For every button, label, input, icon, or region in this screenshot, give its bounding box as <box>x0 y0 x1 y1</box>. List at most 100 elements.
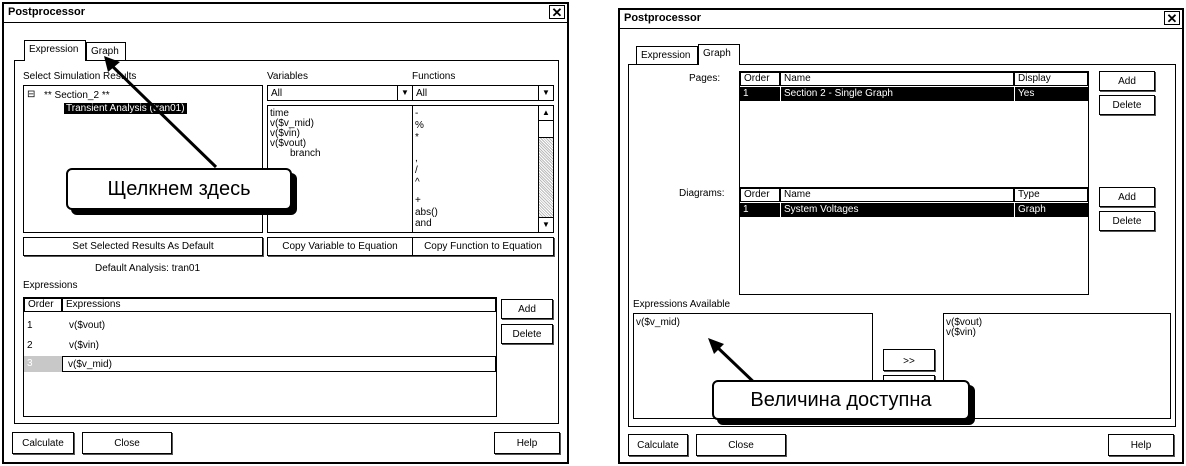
pages-add-button[interactable]: Add <box>1099 71 1155 91</box>
left-tab-expression[interactable]: Expression <box>24 40 86 61</box>
right-tab-expression[interactable]: Expression <box>636 46 698 65</box>
functions-filter-select[interactable]: All ▼ <box>412 85 554 101</box>
row-order[interactable]: 2 <box>27 340 33 351</box>
pages-col-order[interactable]: Order <box>740 72 780 86</box>
pages-row-divider <box>1014 87 1015 101</box>
variable-item[interactable]: branch <box>290 149 321 159</box>
results-tree[interactable]: ⊟ ** Section_2 ** Transient Analysis (tr… <box>23 85 263 233</box>
function-item[interactable]: abs() <box>415 208 438 218</box>
pages-col-display[interactable]: Display <box>1014 72 1088 86</box>
functions-list[interactable]: - % * , / ^ + abs() and ▲ ▼ <box>412 105 554 233</box>
calculate-button[interactable]: Calculate <box>12 432 74 454</box>
diagrams-add-label: Add <box>1118 192 1136 203</box>
add-expression-button[interactable]: Add <box>501 299 553 319</box>
function-item[interactable]: , <box>415 154 418 164</box>
function-item[interactable]: * <box>415 133 419 143</box>
pages-table[interactable]: Order Name Display 1 Section 2 - Single … <box>739 71 1089 193</box>
function-item[interactable]: and <box>415 219 432 229</box>
variables-label: Variables <box>267 71 308 82</box>
scroll-thumb[interactable] <box>539 121 553 138</box>
pages-row-display: Yes <box>1018 88 1035 99</box>
callout-click-here: Щелкнем здесь <box>66 168 292 210</box>
diagrams-row[interactable]: 1 System Voltages Graph <box>740 203 1088 217</box>
functions-label: Functions <box>412 71 456 82</box>
row-order-selected[interactable]: 3 <box>24 356 62 372</box>
diagrams-col-order[interactable]: Order <box>740 188 780 202</box>
right-tab-panel: Pages: Order Name Display 1 Section 2 - … <box>628 64 1176 427</box>
pages-row-name: Section 2 - Single Graph <box>784 88 893 99</box>
function-item[interactable]: + <box>415 196 421 206</box>
row-expression[interactable]: v($vin) <box>69 340 99 351</box>
set-default-button[interactable]: Set Selected Results As Default <box>23 237 263 256</box>
row-expression[interactable]: v($vout) <box>69 320 105 331</box>
right-close-button[interactable]: Close <box>696 434 786 456</box>
left-tab-graph[interactable]: Graph <box>86 42 126 61</box>
selected-expressions-list[interactable]: v($vout) v($vin) <box>943 313 1171 419</box>
right-tab-graph-label: Graph <box>703 48 731 59</box>
right-help-button[interactable]: Help <box>1108 434 1174 456</box>
expressions-label: Expressions <box>23 280 78 291</box>
selected-item[interactable]: v($vin) <box>946 328 976 338</box>
close-label: Close <box>114 438 140 449</box>
diagrams-row-order: 1 <box>743 204 749 215</box>
row-expression-edit-text: v($v_mid) <box>68 359 112 370</box>
chevron-down-icon[interactable]: ▼ <box>538 86 553 100</box>
diagrams-row-type: Graph <box>1018 204 1046 215</box>
default-analysis-text: Default Analysis: tran01 <box>95 263 201 274</box>
move-right-button[interactable]: >> <box>883 349 935 371</box>
left-title-bar: Postprocessor ✕ <box>4 4 567 23</box>
callout-value-available-text: Величина доступна <box>750 389 932 411</box>
close-button[interactable]: Close <box>82 432 172 454</box>
diagrams-col-type[interactable]: Type <box>1014 188 1088 202</box>
function-item[interactable]: - <box>415 109 418 119</box>
pages-row-divider <box>780 87 781 101</box>
add-label: Add <box>518 304 536 315</box>
variables-filter-select[interactable]: All ▼ <box>267 85 413 101</box>
available-item[interactable]: v($v_mid) <box>636 318 680 328</box>
copy-variable-label: Copy Variable to Equation <box>282 241 398 252</box>
pages-add-label: Add <box>1118 76 1136 87</box>
pages-row[interactable]: 1 Section 2 - Single Graph Yes <box>740 87 1088 101</box>
row-order[interactable]: 1 <box>27 320 33 331</box>
left-tab-graph-label: Graph <box>91 46 119 57</box>
chevron-down-icon[interactable]: ▼ <box>397 86 412 100</box>
right-tab-graph[interactable]: Graph <box>698 44 740 65</box>
col-order-header[interactable]: Order <box>24 298 62 312</box>
help-button[interactable]: Help <box>494 432 560 454</box>
expressions-table[interactable]: Order Expressions 1 v($vout) 2 v($vin) 3… <box>23 297 497 417</box>
diagrams-label: Diagrams: <box>679 188 725 199</box>
diagrams-delete-button[interactable]: Delete <box>1099 211 1155 231</box>
tree-collapse-icon[interactable]: ⊟ <box>27 89 35 100</box>
diagrams-table[interactable]: Order Name Type 1 System Voltages Graph <box>739 187 1089 295</box>
scroll-down-icon[interactable]: ▼ <box>539 217 553 232</box>
copy-function-button[interactable]: Copy Function to Equation <box>412 237 554 256</box>
row-order-selected-text: 3 <box>27 358 33 369</box>
pages-delete-label: Delete <box>1112 100 1142 111</box>
tree-root-item[interactable]: ** Section_2 ** <box>44 90 110 101</box>
left-window-title: Postprocessor <box>8 6 86 18</box>
function-item[interactable]: ^ <box>415 178 420 188</box>
left-close-icon[interactable]: ✕ <box>549 5 565 19</box>
right-calculate-button[interactable]: Calculate <box>628 434 688 456</box>
scroll-up-icon[interactable]: ▲ <box>539 106 553 121</box>
right-calculate-label: Calculate <box>637 440 679 451</box>
left-tab-expression-label: Expression <box>29 44 79 55</box>
functions-scrollbar[interactable]: ▲ ▼ <box>538 106 553 232</box>
copy-variable-button[interactable]: Copy Variable to Equation <box>267 237 413 256</box>
diagrams-row-divider <box>1014 203 1015 217</box>
right-help-label: Help <box>1130 440 1152 451</box>
diagrams-col-name[interactable]: Name <box>780 188 1014 202</box>
col-expressions-header[interactable]: Expressions <box>62 298 496 312</box>
function-item[interactable]: % <box>415 121 424 131</box>
tree-child-item[interactable]: Transient Analysis (tran01) <box>64 103 187 114</box>
function-item[interactable]: / <box>415 166 418 176</box>
right-close-icon[interactable]: ✕ <box>1164 11 1180 25</box>
move-right-label: >> <box>903 356 915 367</box>
pages-col-name[interactable]: Name <box>780 72 1014 86</box>
right-close-label: Close <box>728 440 754 451</box>
diagrams-add-button[interactable]: Add <box>1099 187 1155 207</box>
pages-delete-button[interactable]: Delete <box>1099 95 1155 115</box>
delete-expression-button[interactable]: Delete <box>501 324 553 344</box>
right-window-title: Postprocessor <box>624 12 702 24</box>
row-expression-edit[interactable]: v($v_mid) <box>62 356 496 372</box>
